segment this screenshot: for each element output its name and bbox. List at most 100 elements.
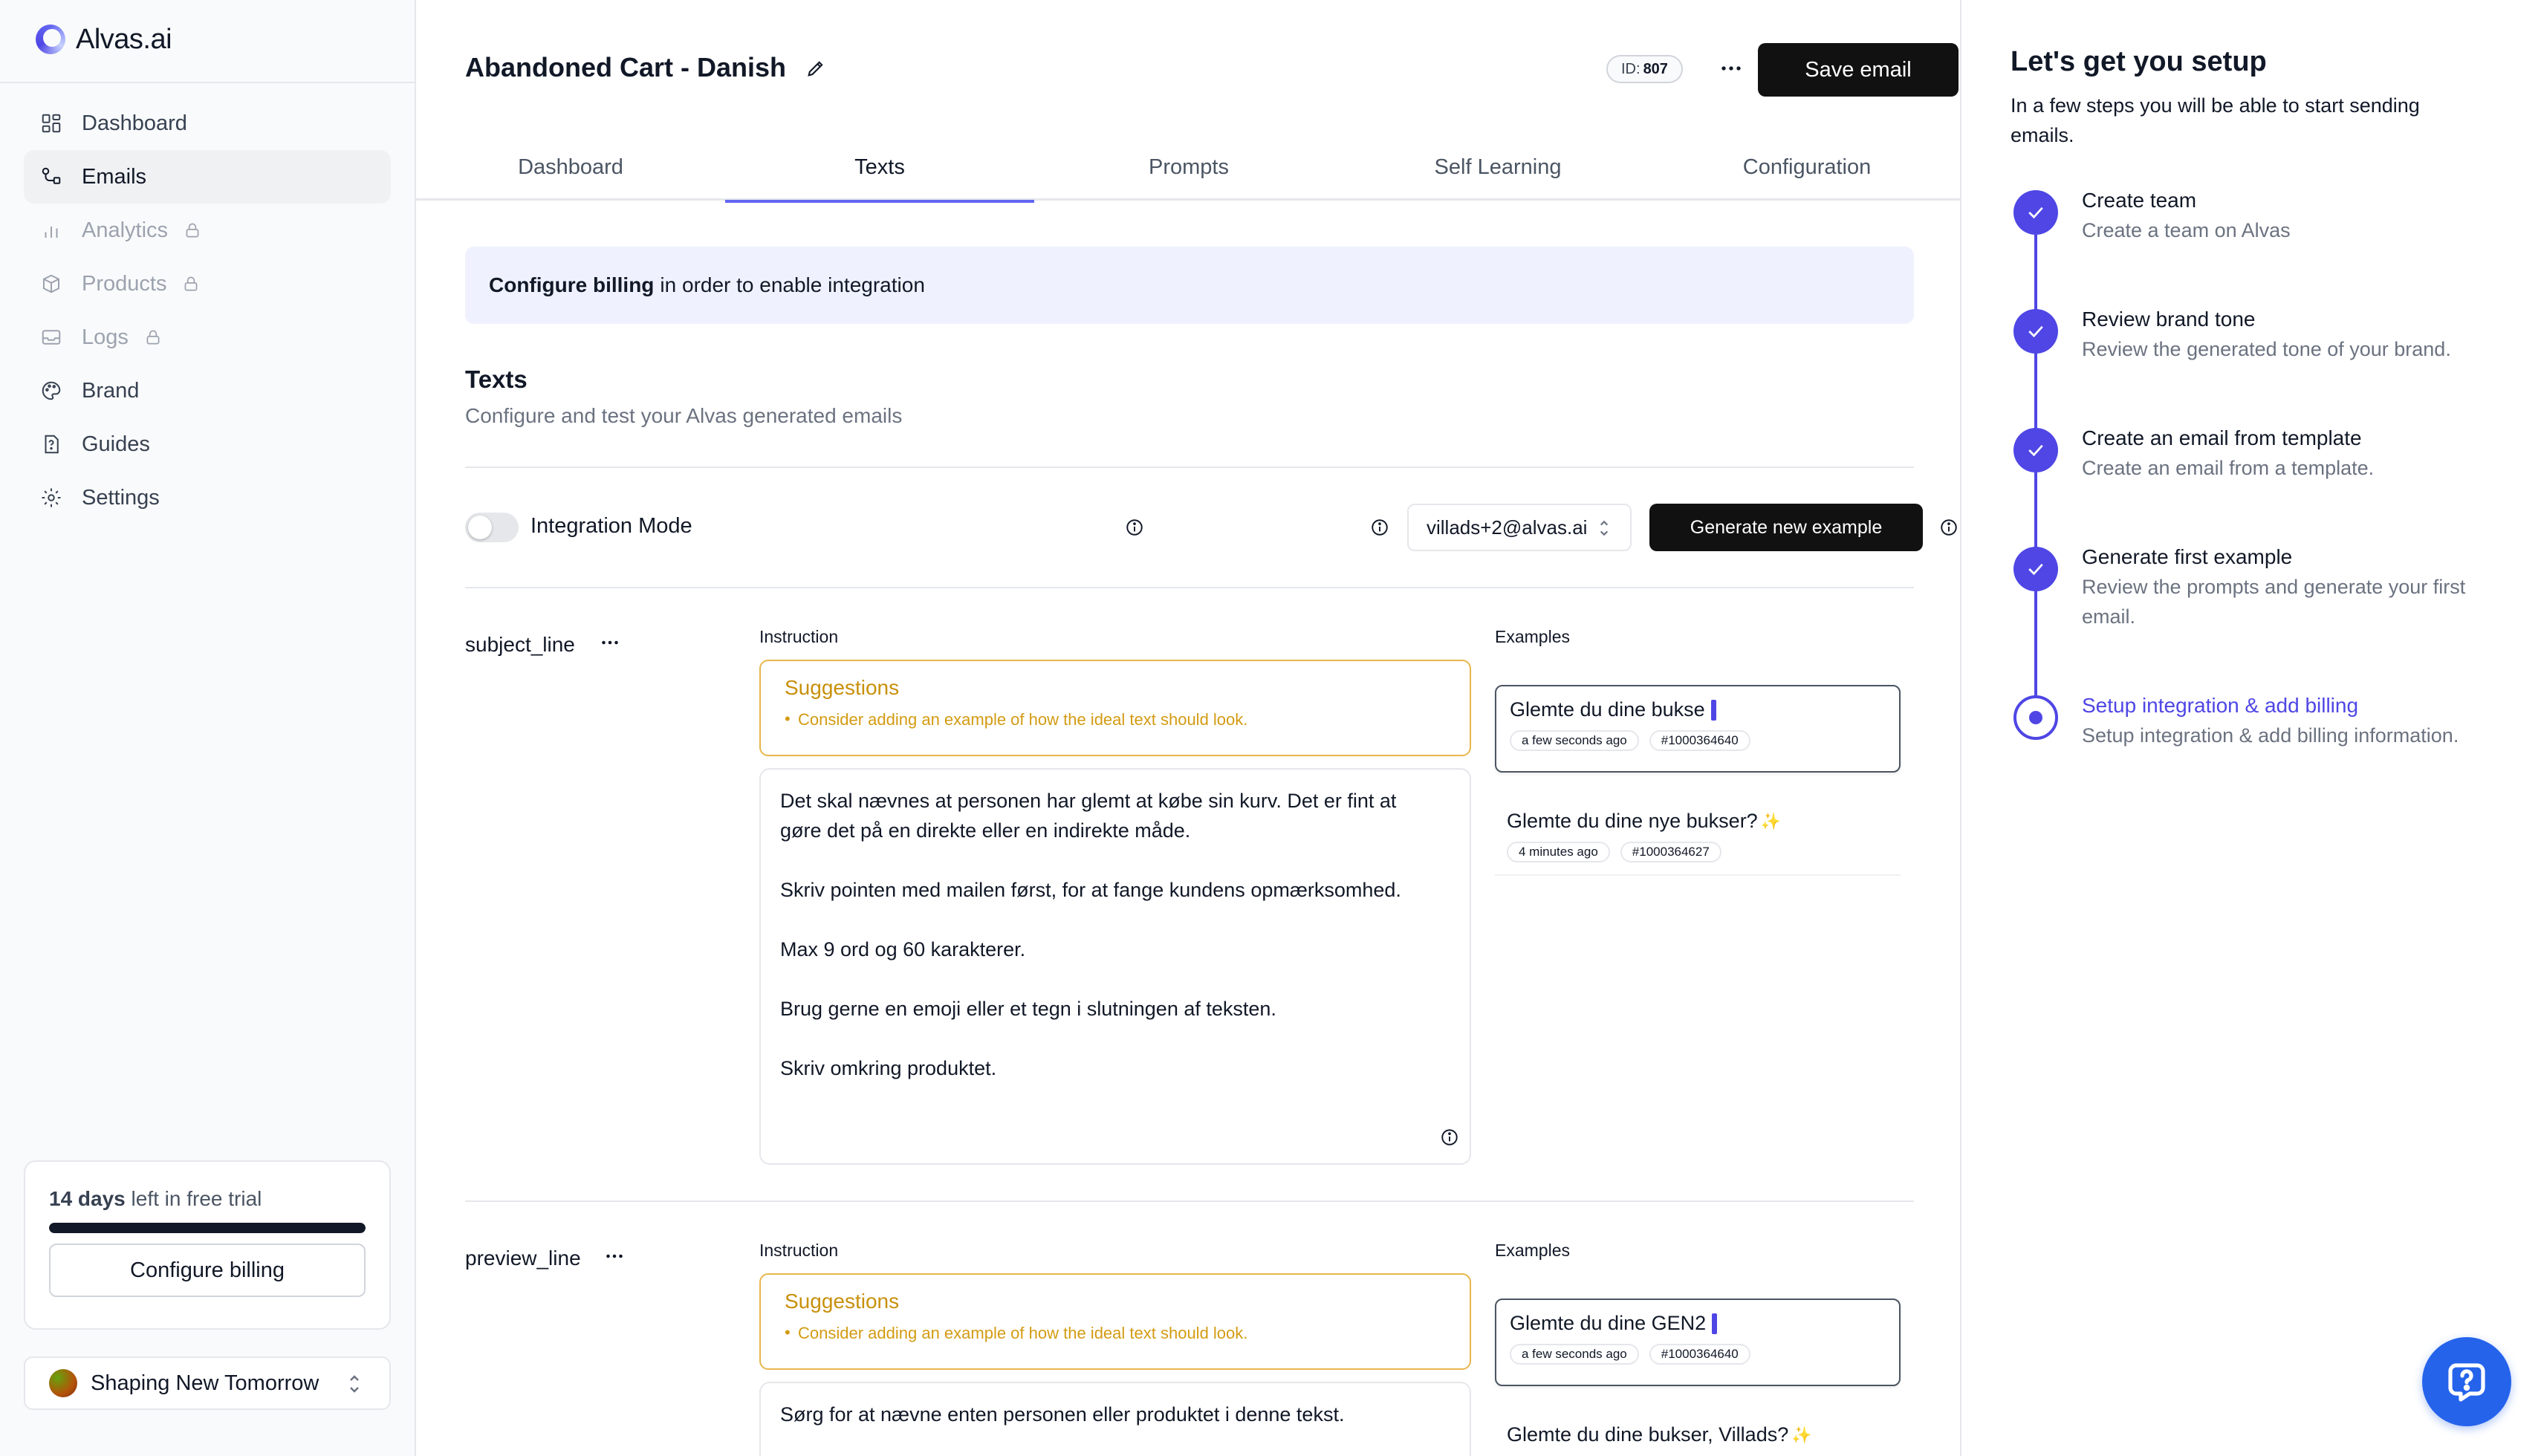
lock-icon: [185, 276, 198, 291]
suggestion-item: Consider adding an example of how the id…: [785, 709, 1446, 729]
tab-configuration[interactable]: Configuration: [1652, 134, 1961, 201]
step-title-current[interactable]: Setup integration & add billing: [2082, 694, 2358, 718]
step-title[interactable]: Create an email from template: [2082, 426, 2362, 450]
sidebar-item-brand[interactable]: Brand: [24, 364, 391, 417]
logo[interactable]: Alvas.ai: [36, 21, 172, 58]
sidebar-item-label: Analytics: [82, 218, 169, 242]
step-check-icon: [2013, 309, 2058, 354]
step-check-icon: [2013, 190, 2058, 235]
tab-texts[interactable]: Texts: [725, 134, 1034, 203]
step-title[interactable]: Generate first example: [2082, 545, 2292, 569]
main-content: Abandoned Cart - Danish ID: 807 Save emai…: [416, 0, 1961, 1456]
section-title: Texts: [465, 365, 528, 393]
example-text: Glemte du dine nye bukser?: [1507, 810, 1758, 832]
configure-billing-button[interactable]: Configure billing: [49, 1244, 366, 1297]
step-description: Setup integration & add billing informat…: [2082, 724, 2459, 747]
sidebar-item-label: Logs: [82, 325, 129, 349]
more-options-icon[interactable]: [602, 1244, 627, 1269]
example-id-chip: #1000364640: [1649, 730, 1750, 751]
trial-progress-fill: [49, 1223, 366, 1233]
save-email-button[interactable]: Save email: [1758, 43, 1959, 97]
gear-icon: [40, 487, 62, 509]
recipient-email-select[interactable]: villads+2@alvas.ai: [1407, 504, 1632, 551]
suggestions-box: Suggestions Consider adding an example o…: [759, 660, 1471, 756]
pencil-icon[interactable]: [805, 58, 826, 79]
sidebar-item-label: Brand: [82, 378, 140, 403]
billing-banner-text: in order to enable integration: [660, 273, 925, 296]
sidebar-item-analytics[interactable]: Analytics: [24, 204, 391, 257]
integration-mode-label: Integration Mode: [530, 514, 692, 538]
suggestions-box: Suggestions Consider adding an example o…: [759, 1273, 1471, 1370]
example-card[interactable]: Glemte du dine GEN2 a few seconds ago #1…: [1495, 1299, 1901, 1386]
example-item[interactable]: Glemte du dine bukser, Villads? ✨: [1495, 1411, 1901, 1456]
instruction-label: Instruction: [759, 1241, 839, 1260]
sidebar-item-label: Dashboard: [82, 111, 187, 135]
sidebar-item-dashboard[interactable]: Dashboard: [24, 97, 391, 150]
step-title[interactable]: Review brand tone: [2082, 308, 2255, 331]
trial-progress-bar: [49, 1223, 366, 1233]
tab-prompts[interactable]: Prompts: [1034, 134, 1343, 201]
example-item[interactable]: Glemte du dine nye bukser? ✨ 4 minutes ag…: [1495, 798, 1901, 876]
trial-card: 14 days left in free trial Configure bil…: [24, 1160, 391, 1330]
instruction-line: Sørg for at nævne enten personen eller p…: [780, 1403, 1345, 1426]
alvas-logo-icon: [36, 25, 65, 54]
sidebar-item-label: Emails: [82, 164, 147, 189]
more-options-icon[interactable]: [1716, 53, 1746, 83]
trial-suffix: left in free trial: [131, 1187, 262, 1210]
info-icon[interactable]: [1440, 1128, 1459, 1147]
logs-icon: [40, 326, 62, 348]
tab-bar: Dashboard Texts Prompts Self Learning Co…: [416, 134, 1961, 203]
tab-dashboard[interactable]: Dashboard: [416, 134, 725, 201]
sidebar-item-logs[interactable]: Logs: [24, 311, 391, 364]
step-check-icon: [2013, 428, 2058, 472]
sidebar-item-label: Guides: [82, 432, 150, 456]
typing-cursor: [1710, 699, 1716, 721]
sidebar-nav: Dashboard Emails Analytics Products Logs…: [24, 97, 391, 524]
setup-subtitle: In a few steps you will be able to start…: [2011, 94, 2420, 146]
sidebar-item-settings[interactable]: Settings: [24, 471, 391, 524]
page-title: Abandoned Cart - Danish: [465, 52, 787, 82]
sidebar-item-label: Products: [82, 271, 167, 296]
instruction-textarea[interactable]: Det skal nævnes at personen har glemt at…: [759, 768, 1471, 1165]
step-title[interactable]: Create team: [2082, 189, 2196, 212]
team-avatar: [49, 1369, 77, 1397]
guides-icon: [40, 433, 62, 455]
sidebar-item-products[interactable]: Products: [24, 257, 391, 311]
trial-days: 14 days: [49, 1187, 126, 1210]
example-id-chip: #1000364640: [1649, 1344, 1750, 1365]
info-icon[interactable]: [1125, 518, 1144, 537]
billing-banner-link[interactable]: Configure billing: [489, 273, 654, 297]
generate-example-button[interactable]: Generate new example: [1649, 504, 1923, 551]
instruction-line: gøre det på en direkte eller en indirekt…: [780, 819, 1191, 842]
help-chat-button[interactable]: [2422, 1337, 2511, 1426]
step-current-icon: [2013, 695, 2058, 740]
instruction-textarea[interactable]: Sørg for at nævne enten personen eller p…: [759, 1382, 1471, 1456]
more-options-icon[interactable]: [597, 630, 623, 655]
suggestions-title: Suggestions: [785, 676, 900, 699]
field-name: preview_line: [465, 1247, 581, 1270]
integration-mode-toggle[interactable]: [465, 513, 519, 542]
example-text: Glemte du dine bukser, Villads?: [1507, 1423, 1789, 1446]
info-icon[interactable]: [1370, 518, 1389, 537]
products-icon: [40, 273, 62, 295]
typing-cursor: [1712, 1313, 1718, 1334]
setup-title: Let's get you setup: [2011, 46, 2267, 77]
examples-label: Examples: [1495, 1241, 1570, 1260]
team-switcher[interactable]: Shaping New Tomorrow: [24, 1356, 391, 1410]
instruction-line: Max 9 ord og 60 karakterer.: [780, 938, 1026, 961]
sidebar-item-emails[interactable]: Emails: [24, 150, 391, 204]
example-card[interactable]: Glemte du dine bukse a few seconds ago #…: [1495, 685, 1901, 773]
sidebar-item-guides[interactable]: Guides: [24, 417, 391, 471]
example-time-chip: a few seconds ago: [1510, 730, 1639, 751]
suggestion-item: Consider adding an example of how the id…: [785, 1323, 1446, 1343]
chevron-up-down-icon: [350, 1375, 359, 1393]
tab-self-learning[interactable]: Self Learning: [1343, 134, 1652, 201]
instruction-line: Det skal nævnes at personen har glemt at…: [780, 790, 1397, 812]
id-label: ID:: [1621, 60, 1641, 77]
sidebar-item-label: Settings: [82, 485, 160, 510]
instruction-line: Skriv pointen med mailen først, for at f…: [780, 879, 1401, 901]
info-icon[interactable]: [1939, 518, 1959, 537]
field-name: subject_line: [465, 633, 575, 656]
logo-text: Alvas.ai: [76, 23, 172, 55]
steps-connector: [2034, 235, 2037, 721]
